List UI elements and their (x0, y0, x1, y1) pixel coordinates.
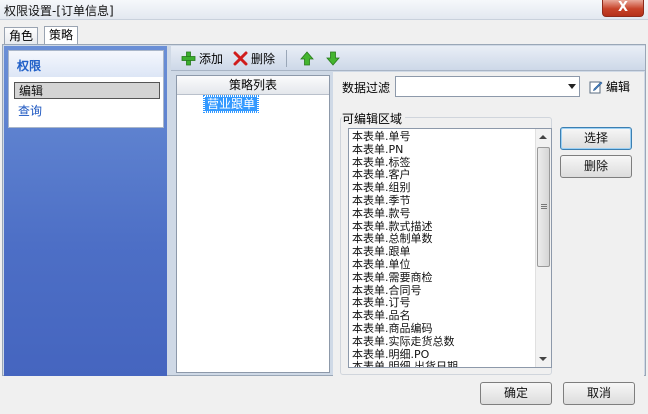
chevron-down-icon (568, 84, 576, 89)
editable-field-list[interactable]: 本表单.明细.出货日期 本表单.明细.PO 本表单.实际走货总数 本表单.商品编码 本表… (348, 128, 552, 368)
field-item[interactable]: 本表单.总制单数 (352, 232, 433, 245)
field-item[interactable]: 本表单.单位 (352, 258, 411, 271)
field-item[interactable]: 本表单.PN (352, 143, 403, 156)
ok-button[interactable]: 确定 (480, 382, 552, 405)
policy-list[interactable]: 策略列表 营业跟单 (176, 75, 330, 373)
permission-item-query[interactable]: 查询 (14, 103, 160, 120)
field-item[interactable]: 本表单.品名 (352, 309, 411, 322)
permission-item-edit[interactable]: 编辑 (14, 82, 160, 99)
window-title: 权限设置-[订单信息] (4, 4, 114, 18)
arrow-down-icon (326, 51, 340, 66)
field-item[interactable]: 本表单.客户 (352, 168, 411, 181)
editable-area-label: 可编辑区域 (342, 110, 406, 127)
field-item[interactable]: 本表单.单号 (352, 130, 411, 143)
policy-item[interactable]: 营业跟单 (202, 95, 260, 113)
tab-policies[interactable]: 策略 (44, 26, 79, 46)
scroll-thumb[interactable] (537, 147, 550, 267)
delete-x-icon (233, 51, 248, 66)
close-button[interactable]: X (602, 0, 644, 17)
field-item[interactable]: 本表单.合同号 (352, 284, 422, 297)
add-button[interactable]: 添加 (181, 50, 223, 67)
field-item[interactable]: 本表单.商品编码 (352, 322, 433, 335)
move-down-button[interactable] (326, 50, 340, 67)
field-item[interactable]: 本表单.标签 (352, 156, 411, 169)
permission-group: 权限 编辑 查询 (8, 50, 164, 128)
title-bar: 权限设置-[订单信息] X (0, 0, 648, 20)
tab-roles[interactable]: 角色 (4, 27, 39, 45)
data-filter-label: 数据过滤 (342, 81, 391, 95)
delete-policy-button[interactable]: 删除 (233, 50, 275, 67)
field-item[interactable]: 本表单.需要商检 (352, 271, 433, 284)
field-item[interactable]: 本表单.明细.出货日期 (352, 360, 458, 367)
arrow-up-icon (300, 51, 314, 66)
data-filter-select[interactable] (395, 76, 580, 97)
plus-icon (181, 51, 196, 66)
filter-edit-label: 编辑 (606, 80, 631, 94)
field-item[interactable]: 本表单.款号 (352, 207, 411, 220)
delete-label: 删除 (251, 52, 276, 66)
scroll-up-icon[interactable] (539, 135, 547, 139)
filter-edit-button[interactable]: 编辑 (589, 78, 630, 95)
cancel-button[interactable]: 取消 (563, 382, 635, 405)
field-item[interactable]: 本表单.跟单 (352, 245, 411, 258)
grip-icon (541, 204, 547, 205)
toolbar: 添加 删除 (171, 46, 645, 71)
remove-field-button[interactable]: 删除 (560, 155, 632, 178)
edit-icon (589, 81, 603, 93)
permission-header: 权限 (9, 51, 163, 77)
field-item[interactable]: 本表单.季节 (352, 194, 411, 207)
field-item[interactable]: 本表单.实际走货总数 (352, 335, 455, 348)
field-item[interactable]: 本表单.款式描述 (352, 220, 433, 233)
toolbar-separator (286, 50, 287, 67)
select-button[interactable]: 选择 (560, 127, 632, 150)
field-item[interactable]: 本表单.明细.PO (352, 348, 429, 361)
policy-list-header: 策略列表 (177, 76, 329, 95)
scroll-down-icon[interactable] (539, 357, 547, 361)
add-label: 添加 (199, 52, 224, 66)
move-up-button[interactable] (300, 50, 314, 67)
field-item[interactable]: 本表单.订号 (352, 296, 411, 309)
field-item[interactable]: 本表单.组别 (352, 181, 411, 194)
field-list-scrollbar[interactable] (535, 129, 551, 367)
